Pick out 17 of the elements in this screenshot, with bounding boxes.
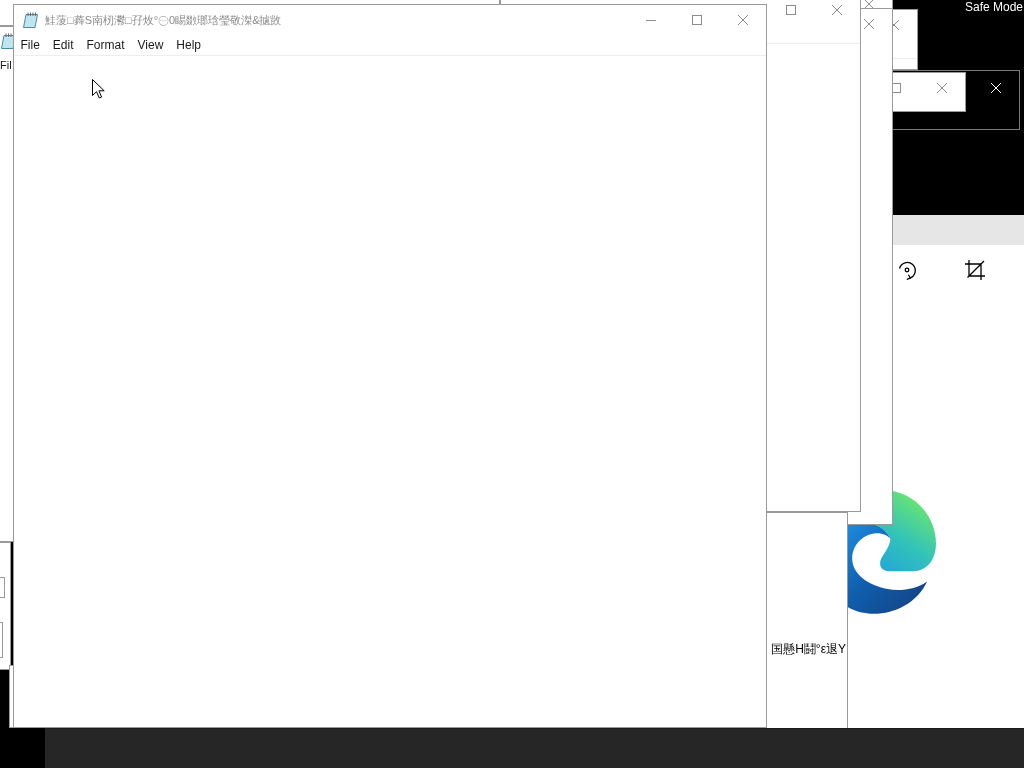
menu-item[interactable]: Edit [46,37,81,53]
notepad-icon [23,12,38,28]
maximize-icon[interactable] [786,5,796,15]
menu-item[interactable]: View [131,37,170,53]
window-title: 鮭蔆□蕣S南杒灪□孖炇°㊀0睗敪瑯琀瑩敬滐&攄敳 [45,13,282,28]
maximize-icon [692,15,702,25]
menu-item[interactable]: File [14,37,47,53]
minimize-icon [646,19,656,21]
menu-item[interactable]: Help [169,37,208,53]
crop-icon[interactable] [965,260,985,280]
body-text: 国懸H鬪°ε退Y [771,641,846,657]
mode-label: Safe Mode [964,0,1023,15]
menu-item[interactable]: Format [80,37,132,53]
close-icon [738,15,748,25]
menu-item[interactable]: Fil [0,57,12,73]
rotate-icon[interactable] [897,260,917,280]
mouse-pointer-icon [92,79,105,99]
